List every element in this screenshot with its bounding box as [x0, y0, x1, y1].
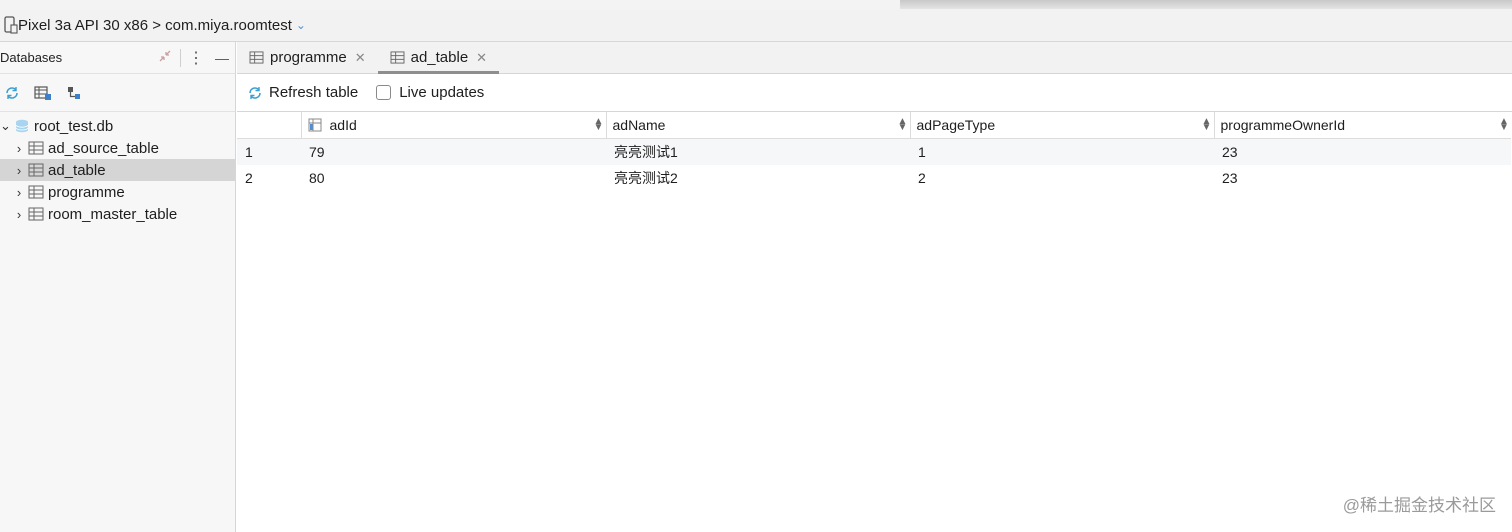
- sort-icon[interactable]: ▲ ▼: [1497, 117, 1511, 133]
- chevron-right-icon[interactable]: ›: [10, 163, 28, 178]
- table-icon: [28, 207, 44, 221]
- databases-panel-header: Databases ⋮ —: [0, 42, 235, 74]
- tree-database-row[interactable]: ⌄ root_test.db: [0, 115, 235, 137]
- sort-icon[interactable]: ▲ ▼: [592, 117, 606, 133]
- tree-item-label: ad_table: [48, 161, 106, 179]
- databases-panel: Databases ⋮ — ⌄ root_test.db › ad_source…: [0, 42, 236, 532]
- tree-item-ad_table[interactable]: › ad_table: [0, 159, 235, 181]
- watermark: @稀土掘金技术社区: [1342, 496, 1496, 515]
- column-header-adId[interactable]: adId ▲ ▼: [301, 112, 607, 139]
- column-header-adName[interactable]: adName ▲ ▼: [606, 112, 911, 139]
- databases-toolbar: [0, 74, 235, 112]
- tab-label: programme: [270, 49, 347, 66]
- table-header-row: adId ▲ ▼ adName ▲ ▼ adPageType ▲ ▼ programm…: [237, 112, 1511, 139]
- tab-bar: programme ✕ ad_table ✕: [237, 42, 1512, 74]
- table-cell[interactable]: 80: [301, 165, 606, 191]
- tab-ad_table[interactable]: ad_table ✕: [377, 42, 500, 74]
- table-cell[interactable]: 亮亮测试1: [606, 139, 910, 166]
- column-header-label: programmeOwnerId: [1220, 117, 1346, 133]
- tree-item-programme[interactable]: › programme: [0, 181, 235, 203]
- row-index: 1: [245, 144, 253, 160]
- column-header-label: adName: [612, 117, 666, 133]
- tab-label: ad_table: [410, 49, 469, 66]
- tree-item-label: room_master_table: [48, 205, 178, 223]
- table-toolbar: Refresh table Live updates: [237, 74, 1512, 112]
- table-cell[interactable]: 23: [1214, 165, 1511, 191]
- refresh-icon: [249, 86, 261, 99]
- refresh-table-button[interactable]: Refresh table: [247, 84, 358, 101]
- database-icon: [15, 119, 29, 133]
- collapse-icon[interactable]: [152, 49, 178, 66]
- live-updates-checkbox[interactable]: [376, 85, 392, 100]
- live-updates-toggle[interactable]: Live updates: [376, 84, 484, 101]
- chevron-down-icon[interactable]: ⌄: [296, 18, 306, 32]
- table-icon: [249, 51, 264, 64]
- table-icon: [390, 51, 405, 64]
- device-selector[interactable]: Pixel 3a API 30 x86 > com.miya.roomtest …: [0, 9, 1512, 42]
- table-icon: [28, 141, 44, 155]
- table-icon: [28, 163, 44, 177]
- table-inspector: programme ✕ ad_table ✕ Refresh table Liv…: [237, 42, 1512, 532]
- close-icon[interactable]: ✕: [355, 50, 366, 66]
- tab-programme[interactable]: programme ✕: [237, 42, 378, 73]
- chevron-right-icon[interactable]: ›: [10, 207, 28, 222]
- window-top-strip: [0, 0, 1512, 14]
- table-cell[interactable]: 1: [910, 139, 1214, 166]
- tree-item-label: ad_source_table: [48, 139, 159, 157]
- column-header-label: adId: [329, 117, 357, 133]
- panel-title: Databases: [0, 50, 63, 65]
- device-label: Pixel 3a API 30 x86 > com.miya.roomtest: [18, 16, 292, 34]
- table-cell[interactable]: 23: [1214, 139, 1511, 166]
- more-options-icon[interactable]: ⋮: [183, 48, 209, 68]
- sort-icon[interactable]: ▲ ▼: [1200, 117, 1214, 133]
- refresh-icon[interactable]: [4, 85, 20, 101]
- chevron-right-icon[interactable]: ›: [10, 141, 28, 156]
- tree-database-label: root_test.db: [34, 117, 114, 135]
- table-row[interactable]: 1 79 亮亮测试1 1 23: [237, 138, 1511, 166]
- table-cell[interactable]: 79: [301, 139, 606, 166]
- column-header-adPageType[interactable]: adPageType ▲ ▼: [910, 112, 1215, 139]
- row-index-header: [237, 112, 302, 139]
- tree-item-room_master_table[interactable]: › room_master_table: [0, 203, 235, 225]
- primary-key-icon: [308, 118, 321, 132]
- tree-item-label: programme: [48, 183, 125, 201]
- schema-icon[interactable]: [66, 85, 82, 101]
- refresh-table-label: Refresh table: [269, 84, 359, 101]
- table-icon: [28, 185, 44, 199]
- table-cell[interactable]: 亮亮测试2: [606, 165, 910, 191]
- sort-icon[interactable]: ▲ ▼: [896, 117, 910, 133]
- query-table-icon[interactable]: [34, 85, 52, 101]
- tree-item-ad_source_table[interactable]: › ad_source_table: [0, 137, 235, 159]
- chevron-right-icon[interactable]: ›: [10, 185, 28, 200]
- divider: [180, 48, 181, 67]
- close-icon[interactable]: ✕: [476, 50, 487, 66]
- database-tree: ⌄ root_test.db › ad_source_table › ad_ta…: [0, 112, 235, 225]
- device-icon: [4, 16, 18, 34]
- row-index: 2: [245, 170, 253, 186]
- column-header-programmeOwnerId[interactable]: programmeOwnerId ▲ ▼: [1214, 112, 1511, 139]
- data-table: adId ▲ ▼ adName ▲ ▼ adPageType ▲ ▼ programm…: [237, 112, 1511, 191]
- minimize-icon[interactable]: —: [209, 50, 235, 66]
- table-row[interactable]: 2 80 亮亮测试2 2 23: [237, 165, 1511, 191]
- chevron-down-icon[interactable]: ⌄: [0, 118, 12, 134]
- live-updates-label: Live updates: [399, 84, 485, 101]
- table-cell[interactable]: 2: [910, 165, 1214, 191]
- column-header-label: adPageType: [916, 117, 996, 133]
